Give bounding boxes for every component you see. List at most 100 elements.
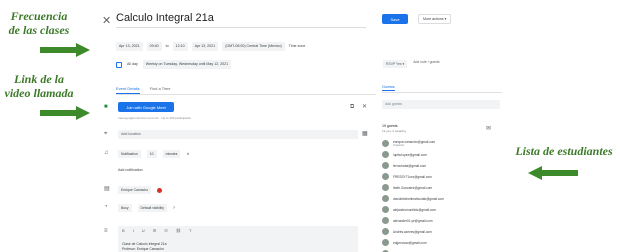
location-input[interactable]: Add location xyxy=(118,130,358,139)
avatar xyxy=(382,140,389,147)
start-date[interactable]: Apr 13, 2021 xyxy=(116,41,143,51)
tab-guests[interactable]: Guests xyxy=(382,84,395,91)
avatar xyxy=(382,228,389,235)
bold-icon[interactable]: B xyxy=(122,228,125,233)
guest-row[interactable]: edgenovao@gmail.com xyxy=(382,237,502,248)
guest-count: 19 guests xyxy=(382,124,398,128)
avatar xyxy=(382,217,389,224)
screenshot: Frecuencia de las clases Link de la vide… xyxy=(0,0,620,252)
annotation-video-link-line2: video llamada xyxy=(4,86,74,100)
guest-row[interactable]: Ibeth.Gonzalez@gmail.com xyxy=(382,182,502,193)
bullet-list-icon[interactable]: ☷ xyxy=(164,228,168,233)
guest-row[interactable]: FRESSY71xxx@gmail.com xyxy=(382,171,502,182)
arrow-right-icon xyxy=(40,106,90,120)
timezone-select[interactable]: (GMT-05:00) Central Time (Mexico) xyxy=(222,41,285,51)
briefcase-icon: ◔ xyxy=(104,204,108,210)
add-notification-link[interactable]: Add notification xyxy=(118,168,143,173)
annotation-video-link-line1: Link de la xyxy=(14,72,64,86)
guest-email: alejandromuntildo@gmail.com xyxy=(393,207,436,212)
email-guests-icon[interactable]: ✉ xyxy=(486,125,491,132)
location-pin-icon: ⌖ xyxy=(104,131,108,137)
calendar-row: Enrique Camacho xyxy=(118,186,163,194)
rsvp-select[interactable]: RSVP Yes ▾ xyxy=(383,60,408,68)
guest-row[interactable]: ferrochaba@gmail.com xyxy=(382,160,502,171)
to-label: to xyxy=(165,43,169,48)
guests-divider xyxy=(382,92,502,93)
avatar xyxy=(382,151,389,158)
description-icon: ≡ xyxy=(104,228,108,234)
numbered-list-icon[interactable]: ☰ xyxy=(153,228,157,233)
guest-row[interactable]: alexander01.ye@gmail.com xyxy=(382,215,502,226)
calendar-owner-select[interactable]: Enrique Camacho xyxy=(118,186,152,194)
guest-email: edgenovao@gmail.com xyxy=(393,240,427,245)
clear-format-icon[interactable]: T xyxy=(189,228,191,233)
avatar xyxy=(382,162,389,169)
notification-row: Notification 10 minutes ✕ xyxy=(118,150,189,158)
link-icon[interactable]: ⛓ xyxy=(176,228,181,233)
guest-row[interactable]: alejandromuntildo@gmail.com xyxy=(382,204,502,215)
annotation-students: Lista de estudiantes xyxy=(515,144,613,158)
guest-row[interactable]: Franklin Cruz Rodriguez xyxy=(382,248,502,252)
notification-type-select[interactable]: Notification xyxy=(118,150,141,158)
copy-icon[interactable]: ⧉ xyxy=(350,104,354,110)
allday-row: All day Weekly on Tuesday, Wednesday unt… xyxy=(116,60,232,69)
arrow-right-icon xyxy=(40,43,90,57)
annotation-frequency: Frecuencia de las clases xyxy=(4,9,74,37)
save-button[interactable]: Save xyxy=(382,14,408,24)
tab-find-a-time[interactable]: Find a Time xyxy=(150,86,171,94)
event-color-swatch[interactable] xyxy=(157,187,163,193)
guest-email: lupita.lopez@gmail.com xyxy=(393,152,427,157)
busy-select[interactable]: Busy xyxy=(118,204,132,212)
start-time[interactable]: 09:40 xyxy=(146,41,162,51)
annotation-frequency-line1: Frecuencia xyxy=(10,9,68,23)
video-camera-icon: ■ xyxy=(104,104,108,110)
time-zone-link[interactable]: Time zone xyxy=(289,44,306,49)
date-time-row: Apr 13, 2021 09:40 to 12:10 Apr 13, 2021… xyxy=(116,41,305,51)
annotation-frequency-line2: de las clases xyxy=(8,23,70,37)
guest-email: Andrés.aceves@gmail.com xyxy=(393,229,432,234)
guest-email: FRESSY71xxx@gmail.com xyxy=(393,174,432,179)
guest-row[interactable]: enrique.camacho@gmail.com Organizer xyxy=(382,138,502,149)
notification-unit-select[interactable]: minutes xyxy=(162,150,181,158)
description-line: Clase de Calculo Integral 21a xyxy=(122,242,167,246)
add-note-link[interactable]: Add note / guests xyxy=(413,60,439,68)
tab-event-details[interactable]: Event Details xyxy=(116,86,140,94)
end-time[interactable]: 12:10 xyxy=(172,41,188,51)
guest-email: davidmitchellmathcolab@gmail.com xyxy=(393,196,444,201)
close-icon[interactable]: ✕ xyxy=(102,14,111,27)
guest-row[interactable]: Andrés.aceves@gmail.com xyxy=(382,226,502,237)
italic-icon[interactable]: I xyxy=(133,228,134,233)
guest-row[interactable]: lupita.lopez@gmail.com xyxy=(382,149,502,160)
guest-email: Ibeth.Gonzalez@gmail.com xyxy=(393,185,433,190)
map-icon[interactable]: ▦ xyxy=(362,131,368,137)
remove-notification-icon[interactable]: ✕ xyxy=(186,152,189,157)
guest-list: enrique.camacho@gmail.com Organizer lupita… xyxy=(382,138,502,252)
arrow-left-icon xyxy=(528,166,578,180)
visibility-select[interactable]: Default visibility xyxy=(137,204,167,212)
more-actions-button[interactable]: More actions ▾ xyxy=(418,14,452,24)
add-guests-input[interactable]: Add guests xyxy=(382,100,500,109)
guest-row[interactable]: davidmitchellmathcolab@gmail.com xyxy=(382,193,502,204)
join-google-meet-button[interactable]: Join with Google Meet xyxy=(118,102,174,112)
end-date[interactable]: Apr 13, 2021 xyxy=(191,41,219,51)
underline-icon[interactable]: U xyxy=(142,228,145,233)
guest-email: alexander01.ye@gmail.com xyxy=(393,218,433,223)
availability-row: Busy Default visibility ? xyxy=(118,204,175,212)
description-text[interactable]: Clase de Calculo Integral 21a Profesor: … xyxy=(122,242,166,251)
tab-divider xyxy=(116,94,376,95)
close-icon[interactable]: ✕ xyxy=(362,104,367,110)
annotation-video-link: Link de la video llamada xyxy=(4,72,74,100)
description-toolbar: B I U ☰ ☷ ⛓ T xyxy=(122,228,191,233)
avatar xyxy=(382,239,389,246)
recurrence-select[interactable]: Weekly on Tuesday, Wednesday until May 1… xyxy=(142,60,232,69)
all-day-checkbox[interactable] xyxy=(116,61,122,68)
event-title-input[interactable]: Calculo Integral 21a xyxy=(116,12,366,28)
avatar xyxy=(382,206,389,213)
avatar xyxy=(382,184,389,191)
bell-icon: ♫ xyxy=(104,150,109,156)
meet-link-text[interactable]: meet.google.com/xxx-xxxx-xxx · Up to 100… xyxy=(118,116,191,120)
description-line: Profesor: Enrique Camacho xyxy=(122,246,164,251)
notification-value-input[interactable]: 10 xyxy=(146,150,157,158)
guest-count-detail: 19 yes, 0 awaiting xyxy=(382,129,407,133)
help-icon[interactable]: ? xyxy=(173,206,175,211)
